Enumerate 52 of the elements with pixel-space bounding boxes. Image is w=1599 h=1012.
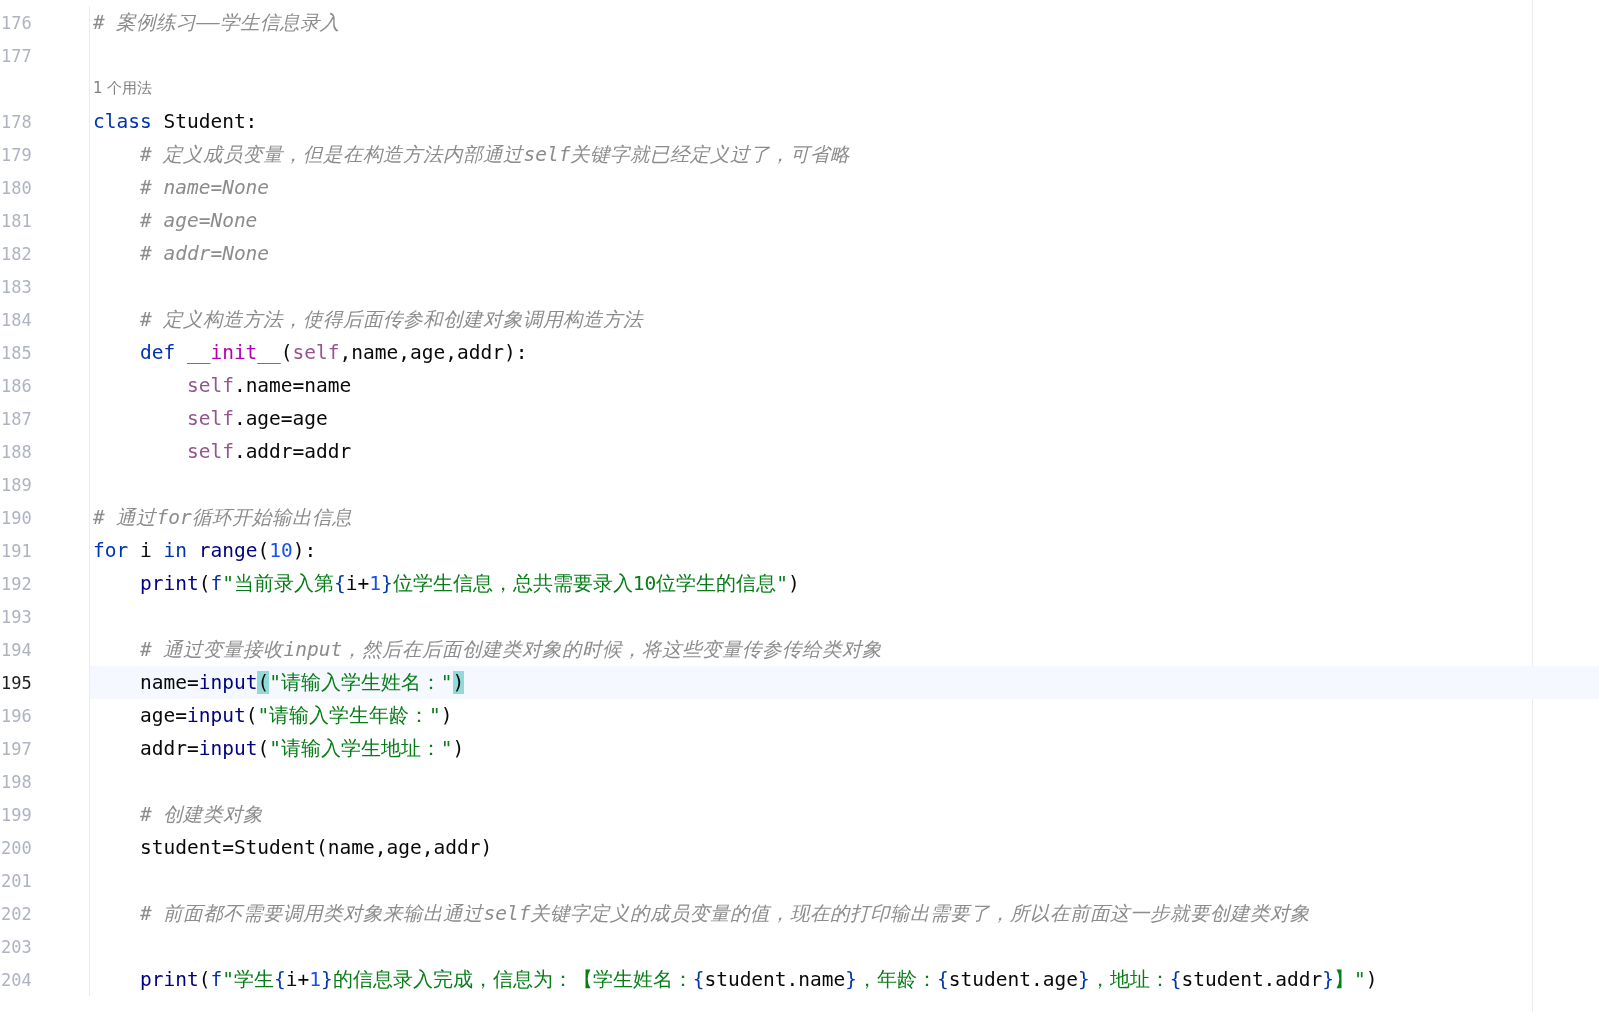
code-line: # 创建类对象 bbox=[138, 802, 264, 828]
code-line: # 前面都不需要调用类对象来输出通过self关键字定义的成员变量的值，现在的打印输出需要了，所以在前面这一步就要创建类对象 bbox=[138, 901, 1311, 927]
code-line: # 案例练习——学生信息录入 bbox=[92, 10, 340, 36]
line-number: 177 bbox=[0, 45, 32, 66]
code-line: class Student: bbox=[92, 110, 258, 133]
line-number: 199 bbox=[0, 804, 32, 825]
line-number: 204 bbox=[0, 969, 32, 990]
line-number: 187 bbox=[0, 408, 32, 429]
usage-hint[interactable]: 1 个用法 bbox=[93, 79, 153, 98]
line-number: 188 bbox=[0, 441, 32, 462]
code-line: for i in range(10): bbox=[92, 539, 317, 562]
line-number: 195 bbox=[0, 672, 32, 693]
line-number: 189 bbox=[0, 474, 32, 495]
line-number: 176 bbox=[0, 12, 32, 33]
line-number: 186 bbox=[0, 375, 32, 396]
code-line: student=Student(name,age,addr) bbox=[138, 836, 493, 859]
code-line: addr=input("请输入学生地址：") bbox=[138, 736, 465, 762]
line-number: 202 bbox=[0, 903, 32, 924]
line-number: 181 bbox=[0, 210, 32, 231]
line-number: 190 bbox=[0, 507, 32, 528]
line-number: 196 bbox=[0, 705, 32, 726]
line-number: 185 bbox=[0, 342, 32, 363]
line-number: 193 bbox=[0, 606, 32, 627]
code-line: # 通过for循环开始输出信息 bbox=[92, 505, 352, 531]
code-line: self.addr=addr bbox=[185, 440, 352, 463]
line-number: 180 bbox=[0, 177, 32, 198]
line-number: 191 bbox=[0, 540, 32, 561]
code-line: # 定义成员变量，但是在构造方法内部通过self关键字就已经定义过了，可省略 bbox=[138, 142, 851, 168]
code-line: # 定义构造方法，使得后面传参和创建对象调用构造方法 bbox=[138, 307, 644, 333]
line-number: 201 bbox=[0, 870, 32, 891]
code-line: name=input("请输入学生姓名：") bbox=[138, 670, 465, 696]
code-line: # 通过变量接收input，然后在后面创建类对象的时候，将这些变量传参传给类对象 bbox=[138, 637, 883, 663]
line-number: 184 bbox=[0, 309, 32, 330]
code-line: # addr=None bbox=[138, 242, 270, 265]
line-number: 183 bbox=[0, 276, 32, 297]
code-line: # age=None bbox=[138, 209, 258, 232]
line-number: 197 bbox=[0, 738, 32, 759]
line-number: 178 bbox=[0, 111, 32, 132]
code-line: self.name=name bbox=[185, 374, 352, 397]
code-line: self.age=age bbox=[185, 407, 328, 430]
code-line: print(f"当前录入第{i+1}位学生信息，总共需要录入10位学生的信息") bbox=[138, 571, 800, 597]
line-number: 198 bbox=[0, 771, 32, 792]
line-number: 194 bbox=[0, 639, 32, 660]
code-line: # name=None bbox=[138, 176, 270, 199]
line-number: 179 bbox=[0, 144, 32, 165]
code-line: age=input("请输入学生年龄：") bbox=[138, 703, 453, 729]
code-line: print(f"学生{i+1}的信息录入完成，信息为：【学生姓名：{student.name}，年龄：{student.age}，地址：{student.addr}】") bbox=[138, 967, 1378, 993]
code-line: def __init__(self,name,age,addr): bbox=[138, 341, 528, 364]
line-number: 182 bbox=[0, 243, 32, 264]
line-number: 203 bbox=[0, 936, 32, 957]
line-number: 192 bbox=[0, 573, 32, 594]
line-number: 200 bbox=[0, 837, 32, 858]
